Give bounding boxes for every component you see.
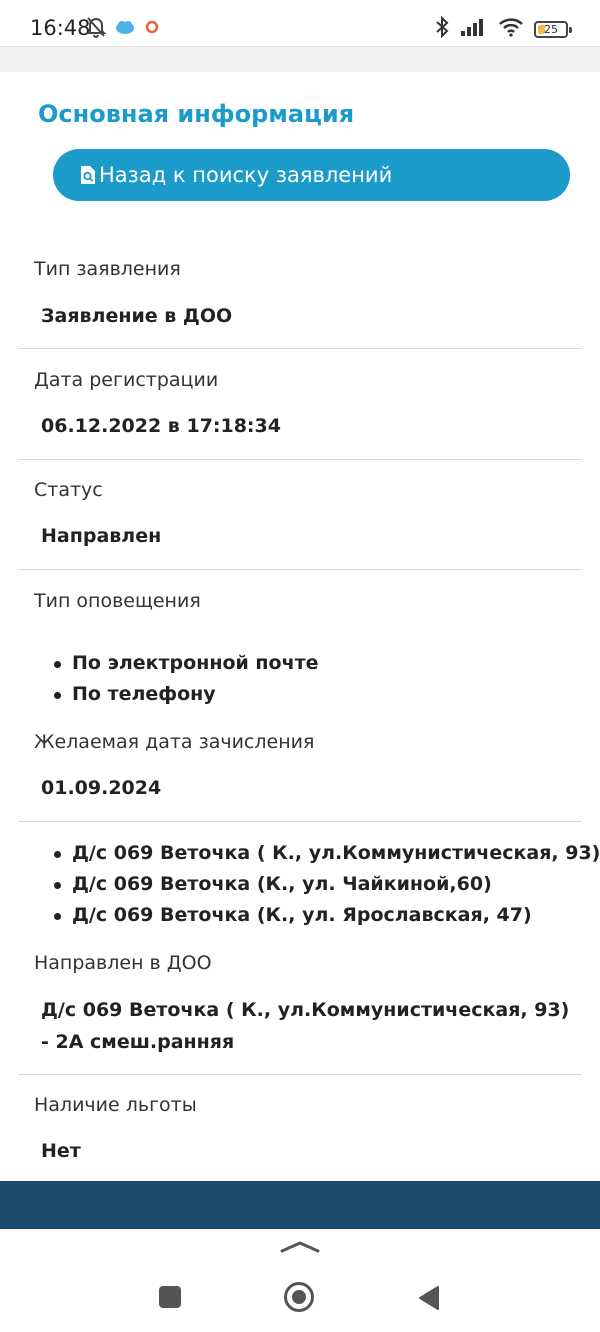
field-label: Направлен в ДОО — [34, 952, 212, 974]
status-left-icons — [85, 16, 160, 42]
divider — [18, 1074, 582, 1075]
field-value: 06.12.2022 в 17:18:34 — [41, 415, 281, 437]
field-value: Д/с 069 Веточка ( К., ул.Коммунистическа… — [41, 999, 570, 1053]
field-value: 01.09.2024 — [41, 777, 162, 799]
record-icon — [144, 19, 160, 39]
divider — [18, 459, 582, 460]
list-item: По электронной почте — [54, 648, 319, 679]
chevron-up-icon[interactable] — [280, 1239, 320, 1258]
signal-icon — [460, 17, 488, 41]
field-value: Нет — [41, 1140, 81, 1162]
list-item: Д/с 069 Веточка ( К., ул.Коммунистическа… — [53, 838, 600, 869]
field-label: Тип оповещения — [34, 590, 201, 612]
top-divider-band — [0, 46, 600, 72]
home-dot — [292, 1290, 306, 1304]
status-badge: Направлен — [41, 525, 162, 547]
page-footer — [0, 1181, 600, 1229]
back-triangle-icon[interactable] — [418, 1285, 440, 1315]
status-bar: 16:48 25 — [0, 0, 600, 46]
page-title: Основная информация — [38, 100, 355, 128]
field-label: Статус — [34, 479, 103, 501]
cloud-app-icon — [114, 18, 136, 40]
battery-percent: 25 — [544, 22, 558, 36]
back-button-label: Назад к поиску заявлений — [99, 163, 393, 187]
list-item: По телефону — [54, 679, 319, 710]
field-label: Наличие льготы — [34, 1094, 197, 1116]
muted-bell-icon — [85, 16, 107, 42]
divider — [18, 348, 582, 349]
system-nav-bar — [0, 1229, 600, 1332]
divider — [18, 569, 582, 570]
field-label: Тип заявления — [34, 258, 181, 280]
list-item: Д/с 069 Веточка (К., ул. Чайкиной,60) — [53, 869, 600, 900]
status-time: 16:48 — [30, 16, 91, 40]
divider — [18, 821, 582, 822]
notification-list: По электронной почте По телефону — [54, 648, 319, 710]
list-item: Д/с 069 Веточка (К., ул. Ярославская, 47… — [53, 900, 600, 931]
bluetooth-icon — [434, 15, 450, 42]
kindergarten-list: Д/с 069 Веточка ( К., ул.Коммунистическа… — [53, 838, 600, 931]
home-circle-icon[interactable] — [284, 1282, 314, 1312]
battery-indicator: 25 — [534, 20, 572, 38]
wifi-icon — [498, 17, 524, 41]
field-label: Дата регистрации — [34, 369, 219, 391]
field-label: Желаемая дата зачисления — [34, 731, 315, 753]
field-value: Заявление в ДОО — [41, 305, 233, 327]
recents-square-icon[interactable] — [159, 1286, 181, 1308]
search-document-icon — [79, 165, 97, 185]
status-right-icons: 25 — [434, 15, 572, 42]
back-to-search-button[interactable]: Назад к поиску заявлений — [53, 149, 570, 201]
